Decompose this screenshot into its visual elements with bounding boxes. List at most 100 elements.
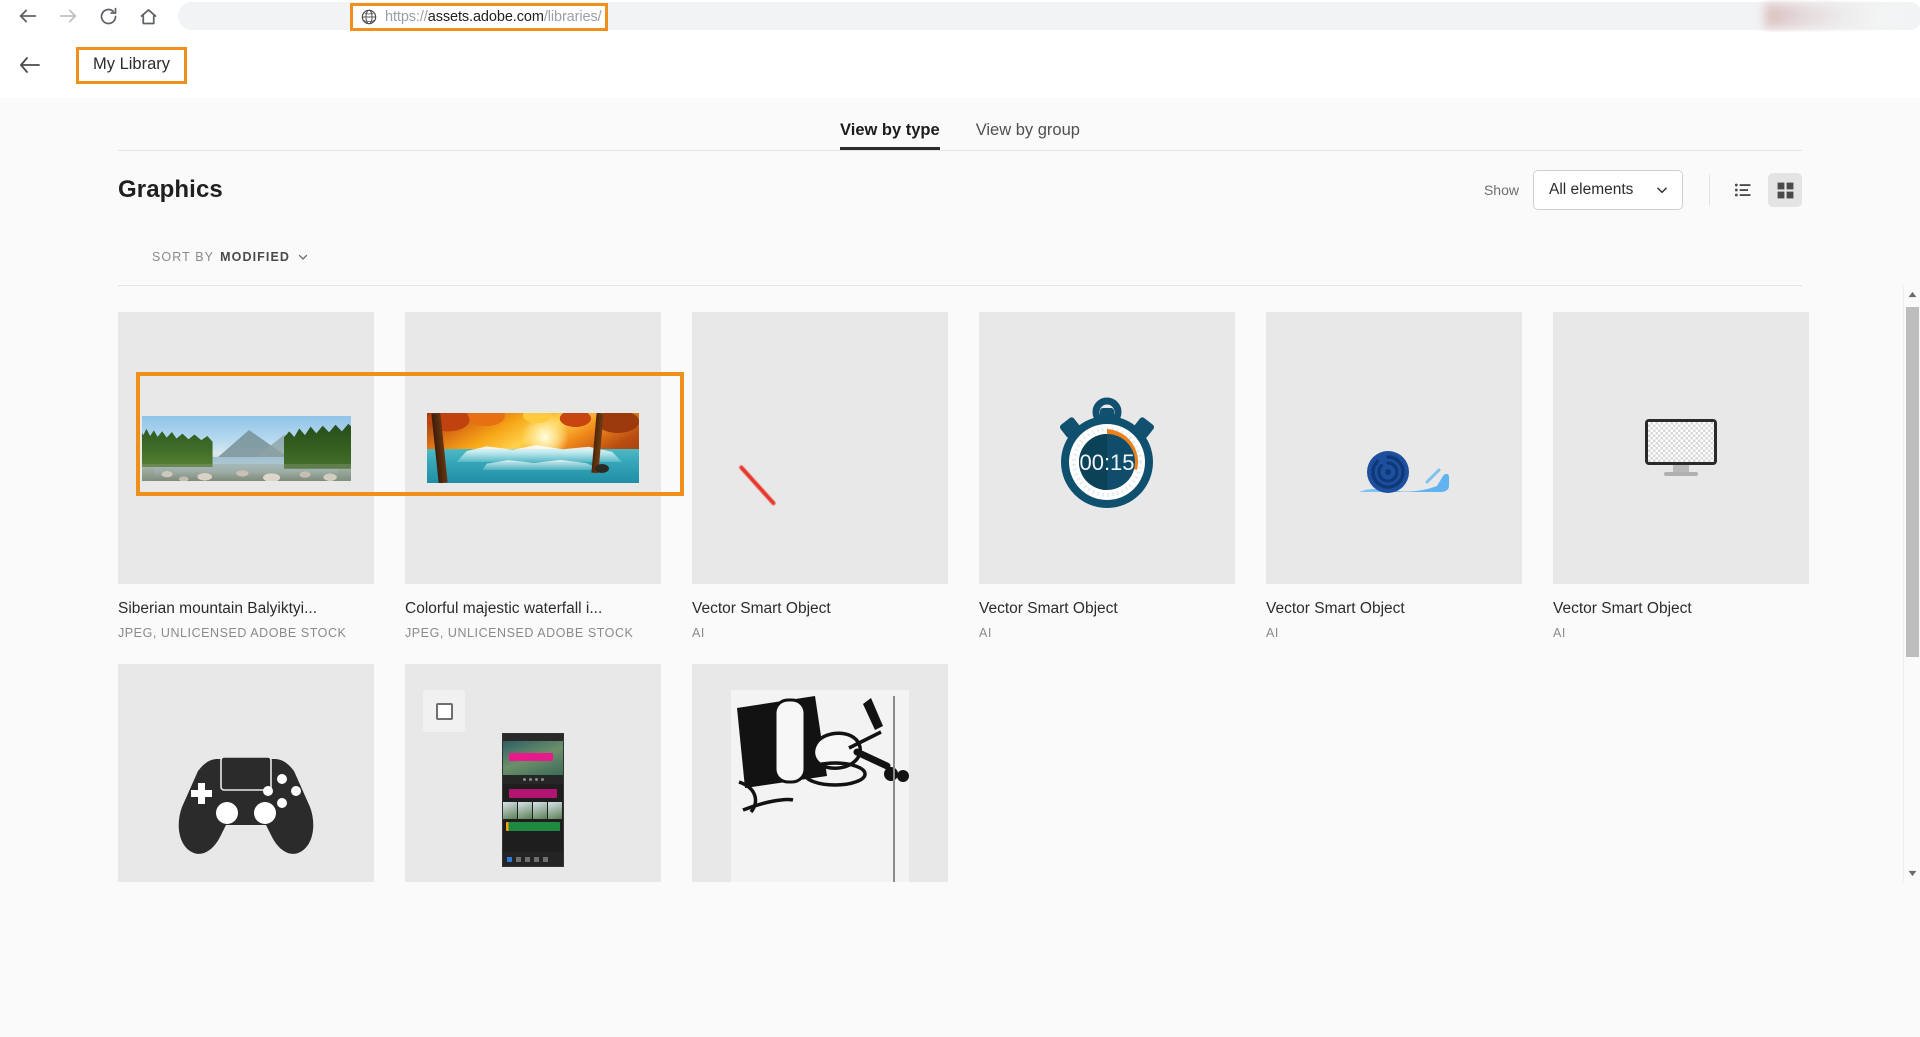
vu-frame — [503, 802, 518, 819]
vu-tool-icon — [507, 856, 512, 862]
asset-title: Vector Smart Object — [1266, 600, 1405, 617]
home-icon — [140, 8, 156, 24]
asset-thumbnail-snail[interactable] — [1266, 312, 1522, 584]
asset-title: Vector Smart Object — [692, 600, 831, 617]
library-page: View by type View by group Graphics Show… — [0, 98, 1920, 1037]
reload-icon — [100, 7, 116, 24]
vu-timeline-strip — [503, 802, 563, 819]
grid-view-button[interactable] — [1768, 173, 1802, 207]
asset-card[interactable]: Vector Smart Object AI — [1266, 312, 1522, 640]
asset-select-checkbox[interactable] — [423, 690, 465, 732]
sort-by-prefix: SORT BY — [152, 250, 215, 264]
arrow-left-icon — [19, 9, 37, 23]
vu-title-overlay — [509, 753, 553, 761]
asset-grid: Siberian mountain Balyiktyi... JPEG, UNL… — [118, 312, 1809, 882]
show-label: Show — [1483, 182, 1519, 198]
breadcrumb-label: My Library — [93, 54, 171, 73]
asset-thumbnail-bw-lineart[interactable] — [692, 664, 948, 882]
tab-view-by-group[interactable]: View by group — [958, 121, 1098, 150]
vu-audio-track — [506, 822, 560, 831]
filter-select-value: All elements — [1549, 181, 1634, 198]
url-text: https://assets.adobe.com/libraries/ — [385, 9, 602, 25]
asset-card[interactable] — [692, 664, 948, 882]
asset-card[interactable]: Vector Smart Object AI — [1553, 312, 1809, 640]
vu-toolbar — [503, 734, 563, 741]
asset-title: Siberian mountain Balyiktyi... — [118, 600, 318, 617]
globe-icon — [361, 9, 377, 25]
omnibox-container: https://assets.adobe.com/libraries/ — [168, 0, 1920, 32]
sort-by-control[interactable]: SORT BY MODIFIED — [152, 250, 309, 264]
asset-thumbnail-video-editor[interactable] — [405, 664, 661, 882]
asset-meta: JPEG, UNLICENSED ADOBE STOCK — [118, 626, 347, 640]
vu-control-dot — [534, 778, 538, 781]
vu-tool-icon — [543, 856, 548, 862]
chevron-down-icon — [298, 254, 308, 260]
vu-preview-pane — [503, 741, 563, 775]
vu-control-bar — [503, 775, 563, 784]
monitor-stand-neck — [1673, 465, 1689, 472]
tab-view-by-type[interactable]: View by type — [822, 121, 958, 150]
asset-thumbnail-stopwatch[interactable]: 00:15 — [979, 312, 1235, 584]
vu-frame — [548, 802, 563, 819]
gamepad-icon — [178, 756, 314, 854]
asset-card[interactable]: Colorful majestic waterfall i... JPEG, U… — [405, 312, 661, 640]
mountain-photo — [141, 415, 351, 481]
asset-card[interactable]: Siberian mountain Balyiktyi... JPEG, UNL… — [118, 312, 374, 640]
arrow-right-icon — [59, 9, 77, 23]
monitor-stand-base — [1664, 472, 1698, 476]
monitor-icon — [1645, 419, 1717, 477]
browser-home-button[interactable] — [128, 0, 168, 32]
app-back-button[interactable] — [18, 53, 42, 77]
asset-card[interactable]: 00:15 Vector Smart Object AI — [979, 312, 1235, 640]
content-scrollbar[interactable] — [1903, 286, 1920, 882]
rocks-layer — [141, 463, 351, 481]
breadcrumb-my-library[interactable]: My Library — [76, 46, 188, 84]
asset-thumbnail-mountain[interactable] — [118, 312, 374, 584]
asset-meta: AI — [692, 626, 705, 640]
sort-by-value: MODIFIED — [220, 250, 291, 264]
url-highlight-box[interactable]: https://assets.adobe.com/libraries/ — [350, 3, 608, 31]
vu-frame — [518, 802, 533, 819]
list-view-icon — [1734, 183, 1751, 197]
browser-back-button[interactable] — [8, 0, 48, 32]
asset-meta: AI — [979, 626, 992, 640]
triangle-up-icon — [1908, 291, 1917, 298]
red-diagonal-line-icon — [738, 464, 777, 506]
scrollbar-down-button[interactable] — [1904, 865, 1920, 882]
snail-icon — [1359, 451, 1449, 493]
browser-reload-button[interactable] — [88, 0, 128, 32]
vu-control-dot — [522, 778, 526, 781]
scrollbar-thumb[interactable] — [1906, 307, 1919, 657]
list-view-button[interactable] — [1726, 173, 1760, 207]
asset-card[interactable] — [405, 664, 661, 882]
address-bar[interactable]: https://assets.adobe.com/libraries/ — [178, 2, 1920, 31]
asset-thumbnail-monitor[interactable] — [1553, 312, 1809, 584]
browser-nav-buttons — [0, 0, 168, 32]
section-header: Graphics Show All elements — [0, 151, 1920, 229]
triangle-down-icon — [1908, 870, 1917, 877]
checkbox-square-icon — [435, 702, 453, 720]
filter-select-all-elements[interactable]: All elements — [1533, 170, 1683, 210]
browser-forward-button[interactable] — [48, 0, 88, 32]
vu-tool-icon — [525, 856, 530, 862]
scrollbar-up-button[interactable] — [1904, 286, 1920, 303]
browser-toolbar: https://assets.adobe.com/libraries/ — [0, 0, 1920, 32]
app-header: My Library — [0, 32, 1920, 98]
asset-card[interactable] — [118, 664, 374, 882]
sort-row: SORT BY MODIFIED — [0, 229, 1920, 285]
vu-control-dot — [540, 778, 544, 781]
asset-thumbnail-waterfall[interactable] — [405, 312, 661, 584]
chevron-down-icon — [1657, 187, 1667, 194]
waterfall-photo — [427, 413, 639, 483]
asset-title: Colorful majestic waterfall i... — [405, 600, 603, 617]
asset-thumbnail-red-line[interactable] — [692, 312, 948, 584]
asset-card[interactable]: Vector Smart Object AI — [692, 312, 948, 640]
black-white-lineart-icon — [731, 690, 909, 882]
vu-control-dot — [528, 778, 532, 781]
vu-bottom-toolbar — [503, 852, 563, 866]
asset-thumbnail-gamepad[interactable] — [118, 664, 374, 882]
asset-meta: AI — [1266, 626, 1279, 640]
asset-meta: AI — [1553, 626, 1566, 640]
page-title: Graphics — [118, 176, 223, 203]
video-editor-screenshot — [503, 734, 563, 866]
